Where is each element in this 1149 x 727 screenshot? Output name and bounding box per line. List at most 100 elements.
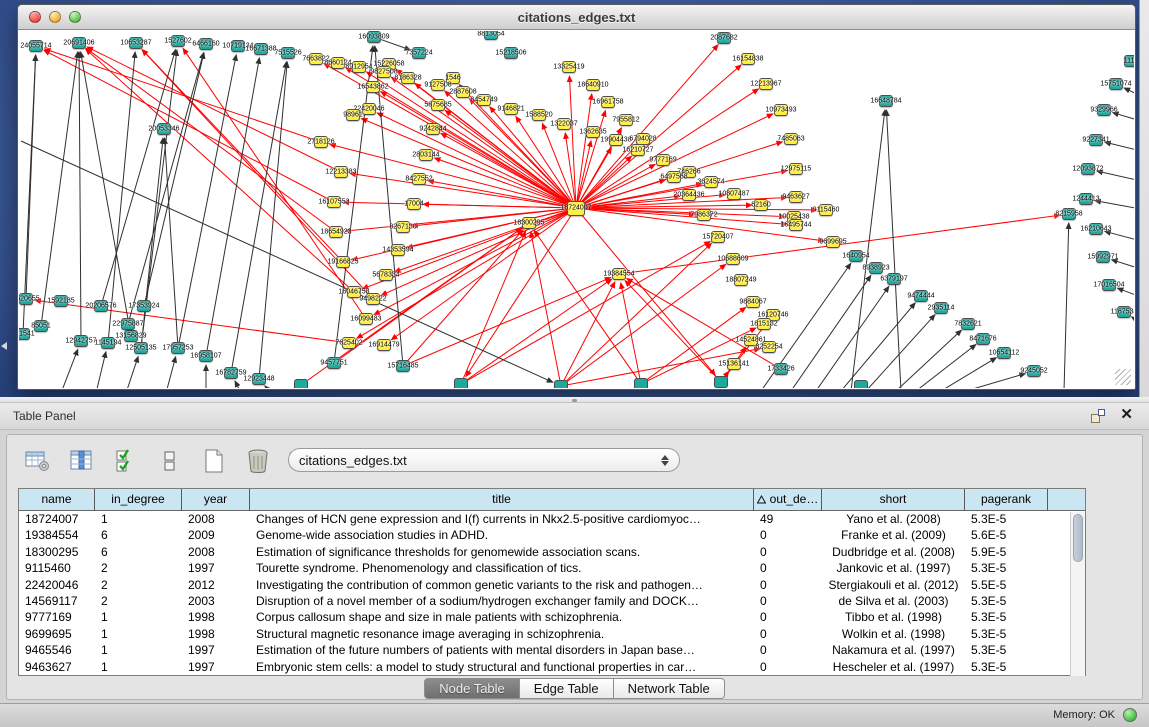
table-cell[interactable]: Dudbridge et al. (2008) [822, 544, 965, 560]
table-cell[interactable]: Hescheler et al. (1997) [822, 659, 965, 675]
graph-node[interactable] [1124, 55, 1134, 67]
graph-node[interactable] [744, 334, 758, 346]
column-header-pagerank[interactable]: pagerank [965, 489, 1048, 510]
table-cell[interactable]: 1 [95, 642, 182, 658]
graph-node[interactable] [879, 95, 893, 107]
graph-node[interactable] [849, 250, 863, 262]
graph-node[interactable] [726, 253, 740, 265]
graph-node[interactable] [774, 363, 788, 375]
graph-node[interactable] [254, 43, 268, 55]
graph-node[interactable] [631, 144, 645, 156]
graph-node[interactable] [976, 333, 990, 345]
table-cell[interactable]: 49 [754, 511, 822, 527]
graph-node[interactable] [634, 378, 648, 388]
table-row[interactable]: 911546021997Tourette syndrome. Phenomeno… [19, 560, 1085, 576]
table-cell[interactable]: Corpus callosum shape and size in male p… [250, 609, 754, 625]
graph-node[interactable] [1062, 208, 1076, 220]
column-header-title[interactable]: title [250, 489, 754, 510]
table-cell[interactable]: 5.3E-5 [965, 659, 1048, 675]
graph-node[interactable] [342, 337, 356, 349]
graph-node[interactable] [567, 201, 585, 216]
table-row[interactable]: 1872400712008Changes of HCN gene express… [19, 511, 1085, 527]
graph-node[interactable] [94, 300, 108, 312]
graph-node[interactable] [412, 47, 426, 59]
graph-node[interactable] [352, 61, 366, 73]
graph-node[interactable] [1117, 306, 1131, 318]
graph-node[interactable] [759, 78, 773, 90]
graph-node[interactable] [682, 166, 696, 178]
table-cell[interactable]: 6 [95, 544, 182, 560]
graph-node[interactable] [252, 373, 266, 385]
graph-node[interactable] [431, 99, 445, 111]
graph-node[interactable] [121, 318, 135, 330]
graph-node[interactable] [74, 335, 88, 347]
graph-node[interactable] [826, 236, 840, 248]
graph-node[interactable] [446, 72, 460, 84]
resize-grip[interactable] [1115, 369, 1131, 385]
graph-node[interactable] [819, 204, 833, 216]
graph-node[interactable] [29, 40, 43, 52]
graph-node[interactable] [346, 109, 360, 121]
table-cell[interactable]: 0 [754, 593, 822, 609]
graph-node[interactable] [609, 134, 623, 146]
table-cell[interactable]: 2008 [182, 511, 250, 527]
table-cell[interactable]: 2 [95, 577, 182, 593]
table-cell[interactable]: 1997 [182, 642, 250, 658]
graph-node[interactable] [754, 199, 768, 211]
graph-node[interactable] [367, 31, 381, 43]
column-header-name[interactable]: name [19, 489, 95, 510]
column-header-in_degree[interactable]: in_degree [95, 489, 182, 510]
graph-node[interactable] [329, 226, 343, 238]
graph-node[interactable] [586, 79, 600, 91]
graph-node[interactable] [101, 337, 115, 349]
graph-node[interactable] [586, 126, 600, 138]
graph-node[interactable] [231, 40, 245, 52]
table-cell[interactable]: Stergiakouli et al. (2012) [822, 577, 965, 593]
table-cell[interactable]: 1997 [182, 659, 250, 675]
table-row[interactable]: 2242004622012Investigating the contribut… [19, 577, 1085, 593]
memory-status-indicator[interactable] [1123, 708, 1137, 722]
graph-node[interactable] [72, 37, 86, 49]
graph-node[interactable] [774, 104, 788, 116]
graph-node[interactable] [934, 302, 948, 314]
graph-node[interactable] [1097, 104, 1111, 116]
graph-node[interactable] [294, 379, 308, 388]
tab-edge-table[interactable]: Edge Table [520, 678, 614, 699]
graph-node[interactable] [124, 330, 138, 342]
graph-node[interactable] [1096, 251, 1110, 263]
graph-node[interactable] [19, 293, 33, 305]
table-cell[interactable]: 5.3E-5 [965, 642, 1048, 658]
graph-node[interactable] [727, 188, 741, 200]
graph-node[interactable] [391, 244, 405, 256]
table-cell[interactable]: Genome-wide association studies in ADHD. [250, 527, 754, 543]
table-cell[interactable]: 0 [754, 609, 822, 625]
graph-node[interactable] [137, 300, 151, 312]
tab-network-table[interactable]: Network Table [614, 678, 725, 699]
graph-node[interactable] [407, 198, 421, 210]
network-window-titlebar[interactable]: citations_edges.txt [18, 5, 1135, 30]
show-column-icon[interactable] [67, 446, 97, 476]
graph-node[interactable] [157, 123, 171, 135]
table-cell[interactable]: 2 [95, 593, 182, 609]
graph-node[interactable] [281, 47, 295, 59]
table-cell[interactable]: Tibbo et al. (1998) [822, 609, 965, 625]
table-row[interactable]: 946362711997Embryonic stem cells: a mode… [19, 659, 1085, 675]
table-cell[interactable]: Embryonic stem cells: a model to study s… [250, 659, 754, 675]
graph-node[interactable] [734, 274, 748, 286]
graph-node[interactable] [19, 328, 30, 340]
graph-node[interactable] [762, 341, 776, 353]
graph-node[interactable] [401, 72, 415, 84]
scrollbar-thumb[interactable] [1073, 514, 1083, 562]
zoom-window-button[interactable] [69, 11, 81, 23]
table-cell[interactable]: 0 [754, 659, 822, 675]
graph-node[interactable] [869, 262, 883, 274]
table-cell[interactable]: Tourette syndrome. Phenomenology and cla… [250, 560, 754, 576]
graph-node[interactable] [727, 358, 741, 370]
graph-node[interactable] [327, 357, 341, 369]
table-cell[interactable]: 1998 [182, 626, 250, 642]
graph-node[interactable] [961, 318, 975, 330]
table-select-dropdown[interactable]: citations_edges.txt [288, 448, 680, 472]
table-cell[interactable]: 2008 [182, 544, 250, 560]
graph-node[interactable] [454, 378, 468, 388]
table-cell[interactable]: 9463627 [19, 659, 95, 675]
